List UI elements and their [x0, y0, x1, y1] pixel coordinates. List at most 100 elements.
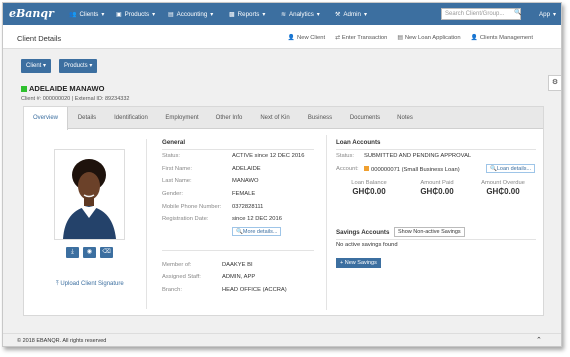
chevron-down-icon: ▾ [262, 10, 266, 18]
divider [146, 139, 147, 309]
trash-icon[interactable]: ⌫ [100, 247, 113, 258]
show-nonactive-savings-button[interactable]: Show Non-active Savings [394, 227, 465, 237]
download-icon[interactable]: ⤓ [66, 247, 79, 258]
first-name-value: ADELAIDE [232, 166, 261, 172]
member-of-value: DAAKYE BI [222, 262, 253, 268]
divider [326, 135, 327, 310]
new-savings-button[interactable]: + New Savings [336, 258, 381, 268]
search-icon[interactable]: 🔍 [514, 9, 521, 16]
user-plus-icon: 👤 [287, 35, 296, 41]
nav-products[interactable]: ▣ Products ▾ [116, 3, 155, 25]
nav-app-menu[interactable]: App ▾ [539, 3, 556, 25]
branch-label: Branch: [162, 287, 182, 293]
status-label: Status: [162, 153, 181, 159]
savings-accounts-title: Savings Accounts [336, 229, 390, 236]
chevron-up-icon[interactable]: ⌃ [536, 336, 542, 344]
chevron-down-icon: ▾ [363, 10, 368, 18]
status-indicator [21, 86, 27, 92]
app-logo[interactable]: eBanqr [9, 7, 54, 20]
amount-overdue-label: Amount Overdue [481, 180, 525, 186]
client-identifiers: Client #: 000000020 | External ID: 89234… [21, 96, 130, 102]
first-name-label: First Name: [162, 166, 192, 172]
loan-account-value[interactable]: 000000071 (Small Business Loan) [364, 166, 460, 173]
branch-value: HEAD OFFICE (ACCRA) [222, 287, 287, 293]
page-title: Client Details [17, 34, 62, 43]
enter-transaction-link[interactable]: ⇄ Enter Transaction [335, 35, 387, 41]
divider [162, 250, 314, 251]
money-icon: ▤ [168, 11, 174, 18]
assigned-staff-value: ADMIN, APP [222, 274, 256, 280]
copyright-text: © 2018 EBANQR. All rights reserved [17, 338, 107, 344]
status-value: ACTIVE since 12 DEC 2016 [232, 153, 305, 159]
chevron-down-icon: ▾ [101, 10, 105, 18]
upload-signature-link[interactable]: ⤒ Upload Client Signature [56, 281, 124, 288]
tab-next-of-kin[interactable]: Next of Kin [252, 107, 298, 129]
more-details-button[interactable]: 🔍More details... [232, 227, 282, 236]
search-icon: 🔍 [490, 166, 497, 172]
client-menu-button[interactable]: Client ▾ [21, 59, 52, 73]
caret-down-icon: ▾ [89, 63, 93, 69]
mobile-value: 0372828111 [232, 204, 264, 210]
loan-balance-label: Loan Balance [351, 180, 387, 186]
divider [336, 239, 536, 240]
member-of-label: Member of: [162, 262, 192, 268]
loan-status-value: SUBMITTED AND PENDING APPROVAL [364, 153, 472, 159]
tab-business[interactable]: Business [300, 107, 340, 129]
wrench-icon: ⚒ [335, 11, 341, 18]
users-icon: 👥 [69, 11, 77, 18]
no-savings-message: No active savings found [336, 242, 398, 248]
nav-analytics[interactable]: ≋ Analytics ▾ [281, 3, 320, 25]
gender-label: Gender: [162, 191, 183, 197]
loan-accounts-title: Loan Accounts [336, 139, 381, 146]
tab-other-info[interactable]: Other Info [208, 107, 250, 129]
divider [336, 149, 536, 150]
amount-paid-value: GH₵0.00 [420, 187, 454, 196]
amount-overdue-value: GH₵0.00 [486, 187, 520, 196]
nav-clients[interactable]: 👥 Clients ▾ [69, 3, 105, 25]
general-section-title: General [162, 139, 186, 146]
gender-value: FEMALE [232, 191, 256, 197]
tab-overview[interactable]: Overview [24, 107, 68, 130]
camera-icon[interactable]: ◉ [83, 247, 96, 258]
products-menu-button[interactable]: Products ▾ [59, 59, 98, 73]
nav-reports[interactable]: ▩ Reports ▾ [229, 3, 265, 25]
chevron-down-icon: ▾ [210, 10, 214, 18]
tab-employment[interactable]: Employment [158, 107, 206, 129]
tab-notes[interactable]: Notes [390, 107, 420, 129]
loan-status-label: Status: [336, 153, 355, 159]
nav-admin[interactable]: ⚒ Admin ▾ [335, 3, 367, 25]
tab-documents[interactable]: Documents [342, 107, 388, 129]
tab-details[interactable]: Details [70, 107, 104, 129]
new-loan-application-link[interactable]: ▤ New Loan Application [397, 35, 460, 41]
mobile-label: Mobile Phone Number: [162, 204, 222, 210]
line-chart-icon: ≋ [281, 11, 287, 18]
new-client-link[interactable]: 👤 New Client [288, 35, 325, 41]
top-navbar: eBanqr 👥 Clients ▾ ▣ Products ▾ ▤ Accoun… [3, 3, 561, 25]
last-name-value: MANAWO [232, 178, 259, 184]
bar-chart-icon: ▩ [229, 11, 235, 18]
search-icon: 🔍 [236, 229, 243, 235]
client-photo-image [55, 150, 124, 239]
loan-balance-value: GH₵0.00 [352, 187, 386, 196]
client-details-card: Overview Details Identification Employme… [23, 106, 544, 316]
header-links: 👤 New Client ⇄ Enter Transaction ▤ New Loan… [288, 35, 533, 41]
registration-value: since 12 DEC 2016 [232, 216, 282, 222]
footer: © 2018 EBANQR. All rights reserved ⌃ [3, 333, 561, 346]
page-header: Client Details 👤 New Client ⇄ Enter Transa… [3, 25, 561, 49]
loan-icon: ▤ [397, 35, 403, 41]
nav-accounting[interactable]: ▤ Accounting ▾ [168, 3, 213, 25]
client-name: ADELAIDE MANAWO [21, 84, 104, 93]
registration-label: Registration Date: [162, 216, 209, 222]
tab-bar: Overview Details Identification Employme… [24, 107, 543, 130]
last-name-label: Last Name: [162, 178, 192, 184]
loan-details-button[interactable]: 🔍Loan details... [486, 164, 536, 173]
pending-status-icon [364, 166, 369, 171]
search-input[interactable]: Search Client/Group... [441, 8, 521, 20]
gear-icon[interactable]: ⚙ [548, 75, 561, 91]
transaction-icon: ⇄ [335, 35, 340, 41]
assigned-staff-label: Assigned Staff: [162, 274, 201, 280]
tab-identification[interactable]: Identification [106, 107, 156, 129]
client-photo [54, 149, 125, 240]
clients-management-link[interactable]: 👤 Clients Management [471, 35, 533, 41]
upload-icon: ⤒ [56, 281, 59, 287]
